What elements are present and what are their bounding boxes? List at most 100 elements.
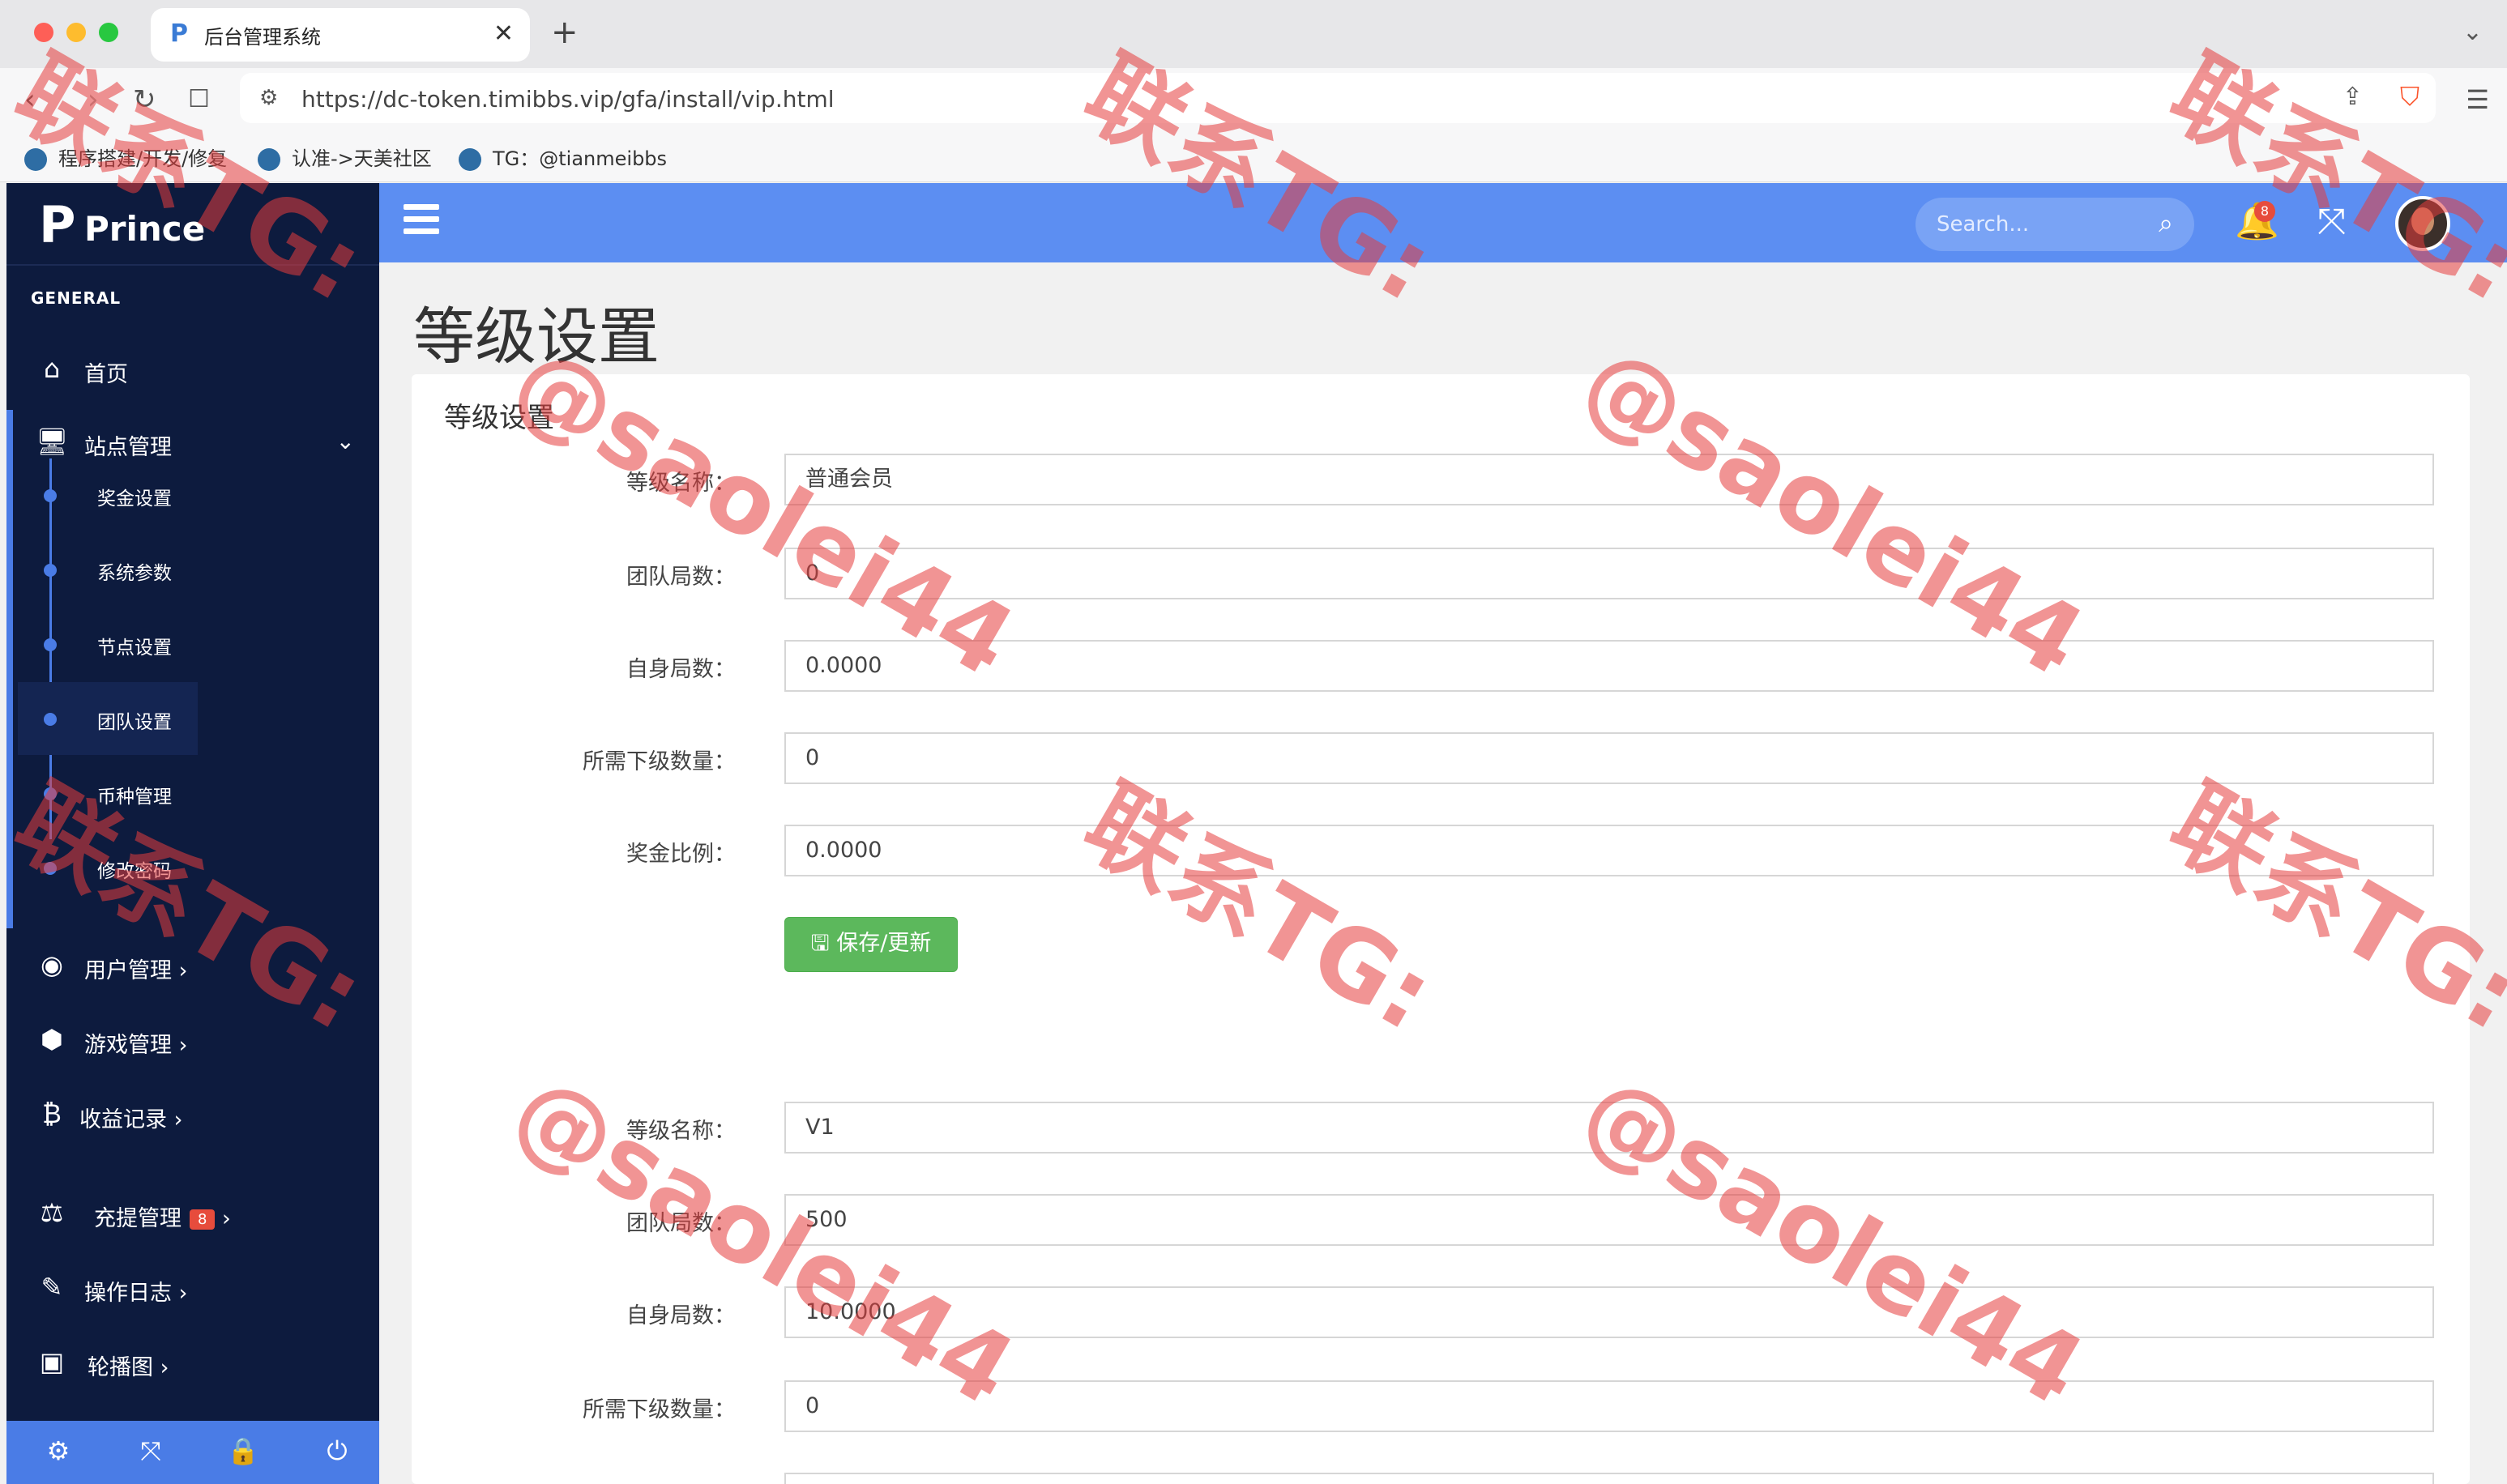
self-rounds-input[interactable]: 0.0000 [784,640,2434,692]
submenu-item-bonus-settings[interactable]: 奖金设置 [6,458,379,531]
image-icon: ▣ [39,1346,65,1377]
save-icon: 🖫 [810,931,837,956]
tab-list-chevron-icon[interactable]: ⌄ [2462,18,2483,46]
maximize-window-button[interactable] [99,23,118,42]
level-name-input[interactable]: 普通会员 [784,454,2434,505]
monitor-icon: 🖥 [36,426,69,457]
sidebar-item-label: 收益记录 › [79,1107,183,1132]
bonus-ratio-input-partial[interactable] [784,1473,2434,1484]
sidebar-item-deposit-withdraw[interactable]: ⚖ 充提管理 8 › [6,1181,379,1246]
submenu-item-currency-management[interactable]: 币种管理 [6,757,379,829]
bookmark-item[interactable]: 程序搭建/开发/修复 [24,143,227,171]
browser-menu-icon[interactable]: ☰ [2466,84,2489,115]
save-button-label: 保存/更新 [836,931,932,956]
submenu-label: 币种管理 [97,787,172,808]
sidebar-item-label: 站点管理 [84,435,172,460]
balance-scale-icon: ⚖ [40,1197,64,1228]
submenu-item-change-password[interactable]: 修改密码 [6,831,379,904]
level-name-label: 等级名称： [626,1119,736,1144]
avatar[interactable] [2395,196,2450,251]
share-icon[interactable]: ⇪ [2343,83,2363,111]
sidebar: P Prince GENERAL ⌂ 首页 🖥 站点管理 ⌄ 奖金设置 系统参数… [6,183,379,1484]
sub-count-input[interactable]: 0 [784,732,2434,784]
menu-toggle-icon[interactable] [404,204,439,237]
sidebar-item-label: 充提管理 8 › [94,1206,231,1231]
team-rounds-input[interactable]: 0 [784,548,2434,599]
bonus-ratio-input[interactable]: 0.0000 [784,825,2434,876]
page-title: 等级设置 [413,301,660,373]
back-icon[interactable]: ‹ [24,84,36,115]
bookmark-favicon-icon [24,148,47,171]
fullscreen-icon[interactable]: ⤧ [126,1435,175,1467]
sidebar-footer: ⚙ ⤧ 🔒 ⏻ [6,1421,379,1484]
prince-logo-icon: P [39,195,76,254]
level-name-input[interactable]: V1 [784,1102,2434,1154]
tree-dot-icon [44,787,57,800]
team-rounds-input[interactable]: 500 [784,1194,2434,1246]
settings-icon[interactable]: ⚙ [34,1435,83,1466]
sidebar-item-user-management[interactable]: ◉ 用户管理 › [6,933,379,998]
bitcoin-icon: ₿ [42,1098,62,1129]
tree-dot-icon [44,862,57,875]
bookmarks-bar: 程序搭建/开发/修复 认准->天美社区 TG：@tianmeibbs [0,131,2507,182]
bookmark-icon[interactable]: ☐ [188,84,210,115]
site-settings-icon[interactable]: ⚙ [259,86,278,110]
panel-title: 等级设置 [444,402,554,434]
sidebar-item-game-management[interactable]: ⬢ 游戏管理 › [6,1008,379,1072]
submenu-item-team-settings[interactable]: 团队设置 [6,682,379,755]
save-button[interactable]: 🖫 保存/更新 [784,917,958,972]
home-icon: ⌂ [43,353,61,384]
section-heading: GENERAL [31,288,122,308]
self-rounds-input[interactable]: 10.0000 [784,1286,2434,1338]
browser-tab[interactable]: P 后台管理系统 ✕ [151,8,530,62]
brave-shield-icon[interactable]: ⛉ [2400,81,2419,113]
bookmark-item[interactable]: TG：@tianmeibbs [459,143,667,171]
sidebar-item-home[interactable]: ⌂ 首页 [6,337,379,402]
address-bar[interactable]: ⚙ https://dc-token.timibbs.vip/gfa/insta… [240,73,2436,123]
reload-icon[interactable]: ↻ [133,84,156,115]
self-rounds-label: 自身局数： [626,1303,736,1328]
tab-close-icon[interactable]: ✕ [493,19,514,48]
minimize-window-button[interactable] [66,23,86,42]
sidebar-item-label: 游戏管理 › [84,1033,188,1058]
team-rounds-label: 团队局数： [626,565,736,590]
notification-badge: 8 [2254,201,2275,222]
close-window-button[interactable] [34,23,53,42]
sub-count-label: 所需下级数量： [583,1397,736,1422]
submenu-label: 节点设置 [97,638,172,659]
brand-name: Prince [84,209,206,249]
level-settings-panel: 等级设置 等级名称： 普通会员 团队局数： 0 自身局数： 0.0000 所需下… [412,374,2470,1484]
sidebar-item-label: 操作日志 › [84,1281,188,1306]
power-icon[interactable]: ⏻ [313,1435,361,1467]
sidebar-item-carousel[interactable]: ▣ 轮播图 › [6,1330,379,1395]
search-icon[interactable]: ⌕ [2159,207,2173,239]
bookmark-item[interactable]: 认准->天美社区 [258,143,432,171]
edit-icon: ✎ [41,1272,63,1303]
forward-icon[interactable]: › [88,84,99,115]
tab-title: 后台管理系统 [204,26,321,49]
level-name-label: 等级名称： [626,471,736,496]
sub-count-input[interactable]: 0 [784,1380,2434,1432]
sidebar-item-earnings[interactable]: ₿ 收益记录 › [6,1082,379,1147]
search-input[interactable]: Search... ⌕ [1915,198,2194,251]
chevron-down-icon: ⌄ [335,428,355,454]
lock-icon[interactable]: 🔒 [219,1435,267,1466]
sidebar-item-operation-log[interactable]: ✎ 操作日志 › [6,1256,379,1320]
sub-count-label: 所需下级数量： [583,749,736,774]
sidebar-item-label: 首页 [84,362,128,387]
tree-dot-icon [44,713,57,726]
sidebar-item-label: 轮播图 › [88,1355,169,1380]
team-rounds-label: 团队局数： [626,1211,736,1236]
submenu-label: 奖金设置 [97,488,172,510]
fullscreen-toggle-icon[interactable]: ⤧ [2317,203,2346,241]
submenu-label: 团队设置 [97,712,172,733]
search-placeholder: Search... [1937,212,2030,237]
submenu-item-node-settings[interactable]: 节点设置 [6,608,379,680]
site-management-group: 🖥 站点管理 ⌄ 奖金设置 系统参数 节点设置 团队设置 币种管理 修改密码 [6,410,379,928]
new-tab-icon[interactable]: + [551,15,579,50]
avatar-face [2411,207,2434,235]
bonus-ratio-label: 奖金比例： [626,842,736,867]
cube-icon: ⬢ [41,1024,63,1055]
submenu-item-system-params[interactable]: 系统参数 [6,533,379,606]
submenu-label: 系统参数 [97,563,172,584]
